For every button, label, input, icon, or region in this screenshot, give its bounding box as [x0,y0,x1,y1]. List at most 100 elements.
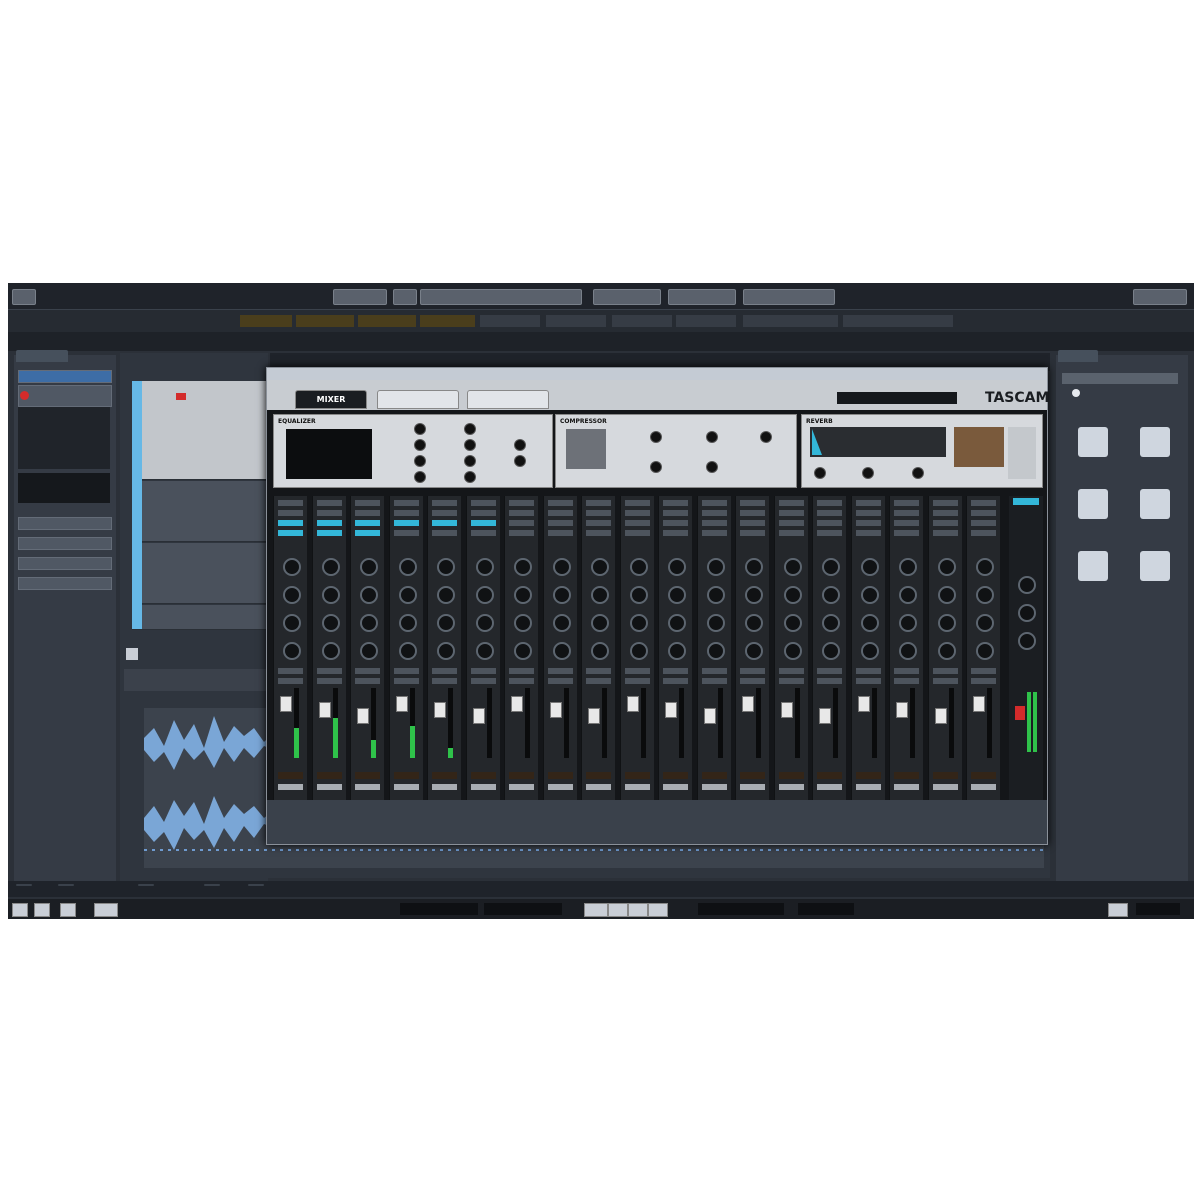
channel-knob[interactable] [976,642,994,660]
file-browser-icon[interactable] [1140,551,1170,581]
channel-knob[interactable] [822,558,840,576]
channel-select-button[interactable] [355,500,380,506]
channel-knob[interactable] [706,586,725,604]
record-button-transport[interactable] [648,903,668,917]
eq-knob[interactable] [414,439,426,451]
eq-on-button[interactable] [701,520,727,526]
transport-button[interactable] [94,903,118,917]
track-header[interactable] [132,543,268,604]
channel-knob[interactable] [514,586,532,604]
eq-on-button[interactable] [547,520,573,526]
presets-icon[interactable] [1078,489,1108,519]
channel-knob[interactable] [706,642,725,660]
record-button[interactable] [176,393,186,400]
channel-knob[interactable] [783,642,802,660]
solo-button[interactable] [355,678,380,684]
comp-on-button[interactable] [740,530,765,536]
channel-knob[interactable] [706,558,725,576]
master-fader[interactable] [1015,706,1025,720]
channel-knob[interactable] [283,642,301,660]
channel-knob[interactable] [360,614,378,632]
master-knob[interactable] [1018,576,1036,594]
transport-button[interactable] [34,903,50,917]
channel-select-button[interactable] [509,500,534,506]
channel-fader[interactable] [780,702,793,718]
eq-on-button[interactable] [316,520,342,526]
eq-knob[interactable] [414,423,426,435]
rewind-button[interactable] [584,903,608,917]
eq-knob[interactable] [464,455,476,467]
solo-button[interactable] [778,678,804,684]
channel-select-button[interactable] [586,500,611,506]
mute-button[interactable] [470,668,496,674]
input-button[interactable] [470,510,496,516]
channel-select-button[interactable] [470,500,496,506]
channel-fader[interactable] [434,702,446,718]
input-button[interactable] [817,510,842,516]
window-menu-button[interactable] [12,289,36,305]
solo-button[interactable] [509,678,534,684]
quantize-selector[interactable] [668,289,736,305]
channel-knob[interactable] [437,586,455,604]
inspector-tab[interactable] [16,350,68,362]
channel-knob[interactable] [745,614,763,632]
mute-button[interactable] [316,668,342,674]
tab-lower-2[interactable] [58,884,74,886]
right-locator[interactable] [484,903,562,915]
tab-lower-5[interactable] [248,884,264,886]
comp-on-button[interactable] [932,530,958,536]
channel-select-button[interactable] [971,500,996,506]
master-knob[interactable] [1018,632,1036,650]
channel-knob[interactable] [398,586,417,604]
media-tab[interactable] [1058,350,1098,362]
mute-button[interactable] [817,668,842,674]
master-button[interactable] [1013,498,1039,505]
comp-on-button[interactable] [355,530,380,536]
channel-knob[interactable] [668,614,686,632]
eq-knob[interactable] [514,455,526,467]
position-display[interactable] [698,903,784,915]
channel-knob[interactable] [360,586,378,604]
instruments-icon[interactable] [1078,427,1108,457]
comp-on-button[interactable] [701,530,727,536]
channel-knob[interactable] [283,586,301,604]
record-enable-button[interactable] [20,391,29,400]
transport-button[interactable] [12,903,28,917]
channel-knob[interactable] [937,614,956,632]
tab-third[interactable] [467,390,549,409]
channel-fader[interactable] [511,696,523,712]
input-button[interactable] [971,510,996,516]
channel-knob[interactable] [860,586,879,604]
comp-knob[interactable] [706,461,718,473]
input-button[interactable] [624,510,650,516]
transport-button[interactable] [60,903,76,917]
channel-fader[interactable] [472,708,485,724]
eq-on-button[interactable] [432,520,457,526]
channel-knob[interactable] [745,642,763,660]
channel-knob[interactable] [552,614,571,632]
eq-knob[interactable] [464,423,476,435]
input-button[interactable] [701,510,727,516]
solo-button[interactable] [470,678,496,684]
comp-on-button[interactable] [663,530,688,536]
comp-on-button[interactable] [894,530,919,536]
eq-knob[interactable] [514,439,526,451]
channel-knob[interactable] [860,558,879,576]
track-header[interactable] [132,605,268,630]
channel-knob[interactable] [783,558,802,576]
channel-knob[interactable] [514,558,532,576]
mute-button[interactable] [932,668,958,674]
channel-knob[interactable] [552,586,571,604]
channel-knob[interactable] [552,642,571,660]
channel-select-button[interactable] [393,500,419,506]
channel-fader[interactable] [665,702,677,718]
eq-knob[interactable] [414,471,426,483]
channel-knob[interactable] [822,614,840,632]
channel-select-button[interactable] [316,500,342,506]
user-presets-icon[interactable] [1140,489,1170,519]
interface-selector[interactable] [837,392,957,404]
channel-fader[interactable] [626,696,639,712]
channel-knob[interactable] [321,642,340,660]
eq-on-button[interactable] [855,520,881,526]
eq-on-button[interactable] [586,520,611,526]
